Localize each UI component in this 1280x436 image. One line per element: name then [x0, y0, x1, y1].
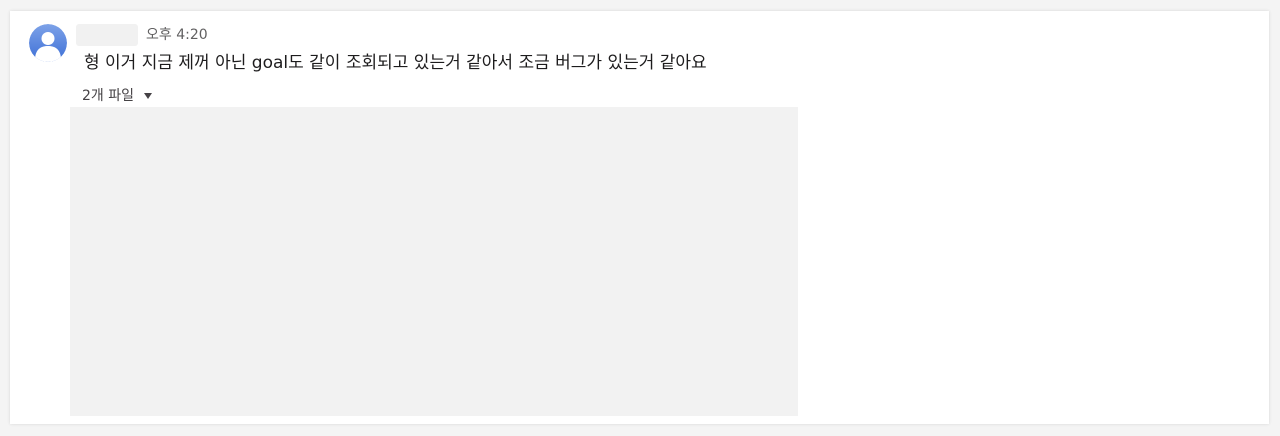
message-card: 오후 4:20 형 이거 지금 제꺼 아닌 goal도 같이 조회되고 있는거 …	[10, 11, 1269, 424]
files-toggle[interactable]: 2개 파일	[82, 86, 152, 106]
message-body: 형 이거 지금 제꺼 아닌 goal도 같이 조회되고 있는거 같아서 조금 버…	[84, 53, 707, 73]
caret-down-icon	[144, 93, 152, 99]
sender-name[interactable]	[76, 24, 138, 46]
message-timestamp[interactable]: 오후 4:20	[146, 26, 208, 44]
user-avatar-icon	[29, 24, 67, 62]
files-count-label: 2개 파일	[82, 88, 134, 104]
sender-avatar[interactable]	[29, 24, 67, 62]
file-preview[interactable]	[70, 107, 798, 416]
